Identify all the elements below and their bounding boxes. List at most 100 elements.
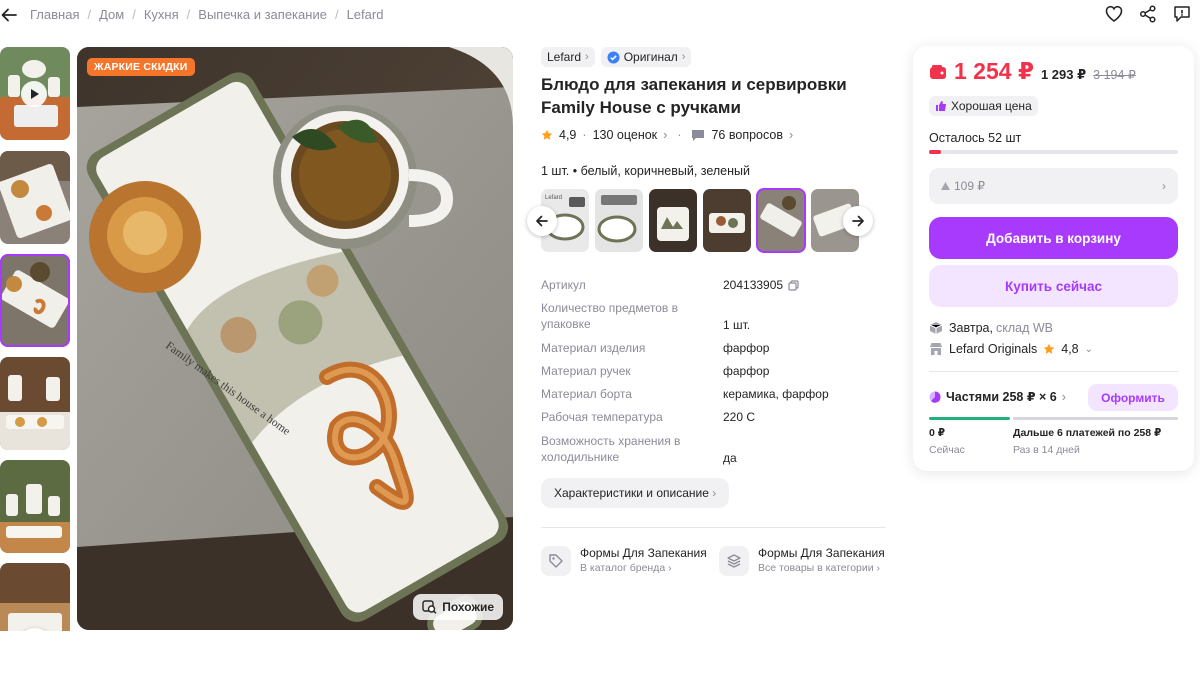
layers-icon xyxy=(719,546,749,576)
report-icon[interactable] xyxy=(1172,4,1192,24)
checkout-installments-button[interactable]: Оформить xyxy=(1088,384,1178,411)
installments-label: Частями 258 ₽ × 6 xyxy=(946,390,1057,404)
chevron-down-icon: ⌄ xyxy=(1084,343,1094,355)
rating-row: 4,9 · 130 оценок › · 76 вопросов › xyxy=(541,128,793,142)
star-icon xyxy=(1044,343,1055,354)
buy-now-button[interactable]: Купить сейчас xyxy=(929,265,1178,307)
similar-button[interactable]: Похожие xyxy=(413,594,503,620)
breadcrumb-separator: / xyxy=(334,7,339,22)
questions-link[interactable]: 76 вопросов xyxy=(711,128,782,142)
main-product-image[interactable]: Family makes this house a home ЖАРКИЕ СК… xyxy=(77,47,513,630)
swatches-next-button[interactable] xyxy=(843,206,873,236)
thumbnail[interactable] xyxy=(0,563,70,631)
spec-key: Материал борта xyxy=(541,387,632,401)
thumbnail[interactable] xyxy=(0,357,70,450)
bonus-row[interactable]: 109 ₽ › xyxy=(929,168,1178,204)
thumbnail[interactable] xyxy=(0,151,70,244)
spec-row: Возможность хранения в холодильнике да xyxy=(541,433,886,467)
breadcrumb-separator: / xyxy=(186,7,191,22)
breadcrumb-item[interactable]: Дом xyxy=(99,7,124,22)
brand-chip[interactable]: Lefard › xyxy=(541,47,595,67)
breadcrumb-item[interactable]: Кухня xyxy=(144,7,179,22)
stock-bar-fill xyxy=(929,150,942,154)
chevron-right-icon: › xyxy=(668,562,672,574)
reviews-link[interactable]: 130 оценок xyxy=(593,128,658,142)
pie-icon xyxy=(929,391,941,403)
add-to-cart-button[interactable]: Добавить в корзину xyxy=(929,217,1178,259)
wallet-price: 1 254 ₽ xyxy=(954,58,1034,84)
spec-row: Материал изделия фарфор xyxy=(541,340,886,363)
chevron-right-icon: › xyxy=(712,486,717,500)
pay-now: 0 ₽ Сейчас xyxy=(929,427,965,456)
chevron-right-icon: › xyxy=(681,51,686,63)
variant-swatches: Lefard xyxy=(541,188,863,253)
thumbnail[interactable] xyxy=(0,460,70,553)
spec-key: Материал изделия xyxy=(541,341,646,355)
breadcrumb-item[interactable]: Выпечка и запекание xyxy=(198,7,327,22)
spec-value-wrap: 204133905 xyxy=(723,277,799,293)
chevron-right-icon: › xyxy=(1162,179,1166,193)
swatch-active[interactable] xyxy=(756,188,806,253)
breadcrumb: Главная / Дом / Кухня / Выпечка и запекание… xyxy=(30,7,383,22)
promo-badge: ЖАРКИЕ СКИДКИ xyxy=(87,58,195,76)
article-number: 204133905 xyxy=(723,278,784,292)
divider xyxy=(541,527,886,528)
dot-separator: · xyxy=(677,128,682,142)
pay-later-caption: Раз в 14 дней xyxy=(1013,444,1080,456)
share-icon[interactable] xyxy=(1138,4,1158,24)
spec-value: фарфор xyxy=(723,341,770,355)
thumbnail-active[interactable] xyxy=(0,254,70,347)
bonus-value: 109 ₽ xyxy=(954,179,985,193)
seller-row[interactable]: Lefard Originals 4,8 ⌄ xyxy=(929,342,1093,356)
spec-value: 1 шт. xyxy=(723,318,751,332)
installment-progress-paid xyxy=(929,417,1010,420)
link-subtitle: В каталог бренда xyxy=(580,562,666,574)
dot-separator: · xyxy=(582,128,587,142)
price-row: 1 254 ₽ 1 293 ₽ 3 194 ₽ xyxy=(929,58,1136,85)
spec-value: 220 С xyxy=(723,410,756,424)
copy-icon[interactable] xyxy=(788,279,799,291)
chevron-right-icon: › xyxy=(663,128,668,142)
heart-icon[interactable] xyxy=(1104,4,1124,24)
characteristics-label: Характеристики и описание xyxy=(554,486,709,500)
spec-row: Количество предметов в упаковке 1 шт. xyxy=(541,300,886,340)
stock-bar xyxy=(929,150,1178,154)
specs-table: Артикул 204133905 Количество предметов в… xyxy=(541,277,886,467)
header-actions xyxy=(1104,4,1192,24)
link-title: Формы Для Запекания xyxy=(758,546,885,560)
chevron-right-icon: › xyxy=(788,128,794,142)
variant-label: 1 шт. • белый, коричневый, зеленый xyxy=(541,164,751,178)
breadcrumb-item[interactable]: Lefard xyxy=(347,7,384,22)
seller-name: Lefard Originals xyxy=(949,342,1038,356)
swatch[interactable] xyxy=(595,189,643,252)
swatches-prev-button[interactable] xyxy=(527,206,557,236)
product-title: Блюдо для запекания и сервировки Family … xyxy=(541,75,847,117)
swatch[interactable] xyxy=(649,189,697,252)
spec-key: Рабочая температура xyxy=(541,410,663,424)
original-label: Оригинал xyxy=(623,50,678,64)
brand-catalog-link[interactable]: Формы Для Запекания В каталог бренда › xyxy=(541,546,708,576)
characteristics-button[interactable]: Характеристики и описание › xyxy=(541,478,730,508)
thumbnail-strip xyxy=(0,47,70,631)
play-icon[interactable] xyxy=(21,81,47,107)
breadcrumb-separator: / xyxy=(87,7,92,22)
original-chip[interactable]: Оригинал › xyxy=(600,47,692,67)
tag-icon xyxy=(541,546,571,576)
image-search-icon xyxy=(422,600,437,614)
rating-value: 4,9 xyxy=(559,128,577,142)
box-icon xyxy=(929,322,943,334)
divider xyxy=(929,371,1178,372)
warehouse-label: склад WB xyxy=(995,321,1053,335)
breadcrumb-item[interactable]: Главная xyxy=(30,7,79,22)
good-price-label: Хорошая цена xyxy=(951,99,1032,113)
back-arrow-icon[interactable] xyxy=(0,6,18,24)
spec-value: фарфор xyxy=(723,364,770,378)
thumbnail-video[interactable] xyxy=(0,47,70,140)
category-link[interactable]: Формы Для Запекания Все товары в категори… xyxy=(719,546,886,576)
chevron-right-icon: › xyxy=(1061,389,1066,404)
arrow-left-icon xyxy=(536,215,548,227)
good-price-badge: Хорошая цена xyxy=(929,96,1038,116)
swatch[interactable] xyxy=(703,189,751,252)
installments-link[interactable]: Частями 258 ₽ × 6 › xyxy=(929,389,1066,404)
spec-value: да xyxy=(723,451,737,465)
